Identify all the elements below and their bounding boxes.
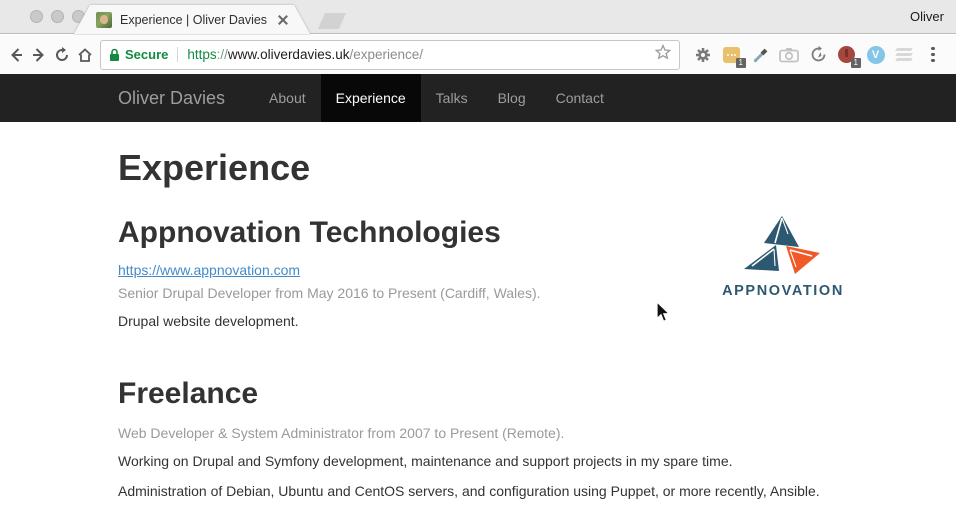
sync-icon[interactable]: [807, 44, 829, 66]
job-heading: Freelance: [118, 377, 838, 410]
job-section-appnovation: Appnovation Technologies https://www.app…: [118, 216, 838, 331]
site-navbar: Oliver Davies About Experience Talks Blo…: [0, 74, 956, 122]
lock-icon: [109, 48, 120, 62]
minimize-window-button[interactable]: [51, 10, 64, 23]
nav-item-about[interactable]: About: [254, 74, 321, 122]
job-description: Drupal website development.: [118, 311, 838, 331]
browser-profile-name: Oliver: [910, 9, 944, 24]
camera-icon[interactable]: [778, 44, 800, 66]
extension-badge: 1: [851, 58, 861, 68]
url-text: https://www.oliverdavies.uk/experience/: [187, 47, 655, 62]
extension-badge: 1: [736, 58, 746, 68]
security-label: Secure: [125, 47, 168, 62]
gear-icon[interactable]: [692, 44, 714, 66]
url-host: www.oliverdavies.uk: [228, 47, 350, 62]
reload-button[interactable]: [50, 43, 73, 67]
nav-item-talks[interactable]: Talks: [421, 74, 483, 122]
red-extension-icon[interactable]: 1: [836, 44, 858, 66]
tab-title: Experience | Oliver Davies: [120, 13, 270, 27]
close-window-button[interactable]: [30, 10, 43, 23]
nav-item-blog[interactable]: Blog: [483, 74, 541, 122]
blue-v-extension-glyph: V: [867, 46, 885, 64]
job-role-summary: Web Developer & System Administrator fro…: [118, 423, 838, 443]
back-button[interactable]: [4, 43, 27, 67]
tab-close-icon[interactable]: [278, 15, 288, 25]
url-path: /experience/: [349, 47, 423, 62]
nav-item-contact[interactable]: Contact: [541, 74, 619, 122]
browser-menu-icon[interactable]: [922, 44, 944, 66]
job-section-freelance: Freelance Web Developer & System Adminis…: [118, 377, 838, 501]
new-tab-button[interactable]: [318, 13, 346, 29]
browser-tab[interactable]: Experience | Oliver Davies: [74, 5, 310, 34]
page-title: Experience: [118, 148, 838, 188]
tab-favicon: [96, 12, 112, 28]
browser-window: Experience | Oliver Davies Oliver: [0, 0, 956, 523]
nav-item-experience[interactable]: Experience: [321, 74, 421, 122]
page-content: Experience Appnovation Technologies http…: [0, 122, 956, 523]
home-button[interactable]: [73, 43, 96, 67]
blue-v-extension-icon[interactable]: V: [865, 44, 887, 66]
bookmark-star-icon[interactable]: [655, 44, 671, 65]
company-link[interactable]: https://www.appnovation.com: [118, 262, 300, 278]
appnovation-logo: APPNOVATION: [722, 214, 844, 299]
navigation-buttons: [0, 43, 96, 67]
security-indicator[interactable]: Secure: [109, 47, 178, 62]
appnovation-logo-triangles: [728, 214, 838, 276]
site-nav-links: About Experience Talks Blog Contact: [254, 74, 619, 122]
forward-button[interactable]: [27, 43, 50, 67]
url-separator: ://: [217, 47, 228, 62]
appnovation-wordmark: APPNOVATION: [722, 283, 844, 299]
navbar-brand[interactable]: Oliver Davies: [118, 74, 240, 122]
eyedropper-icon[interactable]: [750, 44, 772, 66]
layers-icon[interactable]: [893, 44, 915, 66]
browser-toolbar: Secure https://www.oliverdavies.uk/exper…: [0, 35, 956, 74]
job-description: Administration of Debian, Ubuntu and Cen…: [118, 481, 838, 501]
tab-strip: Experience | Oliver Davies Oliver: [0, 0, 956, 34]
extensions-area: 1 1 V: [680, 44, 956, 66]
job-description: Working on Drupal and Symfony developmen…: [118, 451, 838, 471]
url-scheme: https: [187, 47, 216, 62]
address-bar[interactable]: Secure https://www.oliverdavies.uk/exper…: [100, 40, 680, 70]
yellow-extension-icon[interactable]: 1: [721, 44, 743, 66]
